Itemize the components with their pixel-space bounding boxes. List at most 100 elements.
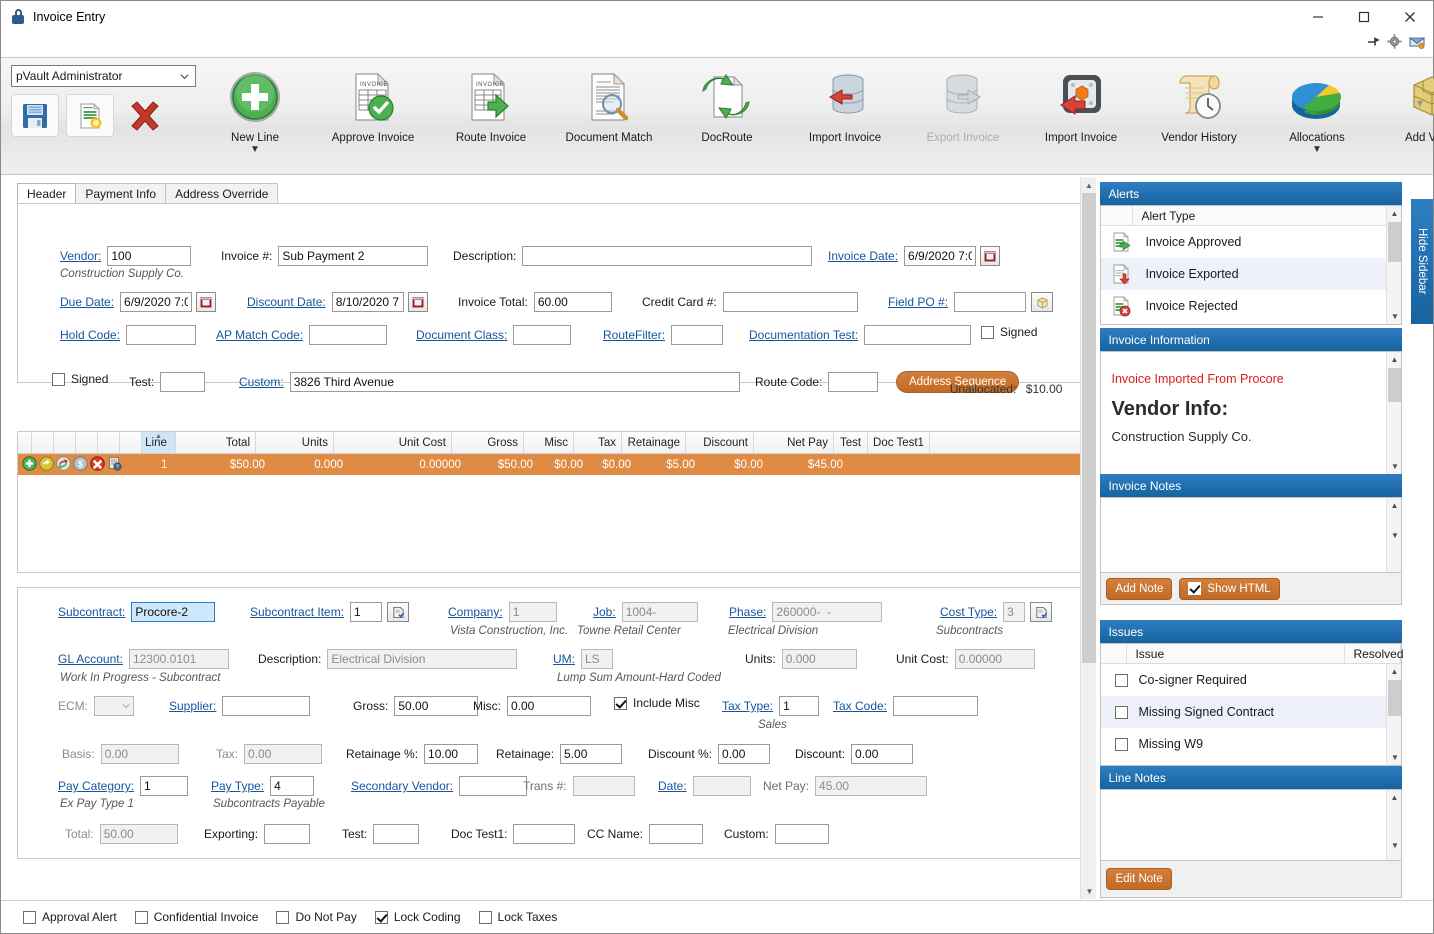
scroll-up-icon[interactable]: ▲ <box>1387 790 1401 805</box>
issues-column-resolved[interactable]: Resolved <box>1345 644 1404 663</box>
invoice-notes-scrollbar[interactable]: ▲ ▼ <box>1386 498 1402 572</box>
um-input[interactable] <box>581 649 613 669</box>
description-input[interactable] <box>522 246 813 266</box>
pin-icon[interactable] <box>1366 35 1380 52</box>
confidential-invoice-checkbox-group[interactable]: Confidential Invoice <box>134 910 258 924</box>
scroll-up-icon[interactable]: ▲ <box>1081 177 1096 193</box>
table-row[interactable]: Missing Signed Contract <box>1101 696 1402 728</box>
scroll-down-icon[interactable]: ▼ <box>1081 883 1097 899</box>
do-not-pay-checkbox[interactable] <box>276 910 290 924</box>
dropdown-caret-icon[interactable]: ▼ <box>1258 145 1376 155</box>
invoice-number-input[interactable] <box>278 246 429 266</box>
retainage-pct-input[interactable] <box>424 744 479 764</box>
issues-column-issue[interactable]: Issue <box>1127 644 1346 663</box>
ap-match-code-input[interactable] <box>309 325 388 345</box>
line-notes-content[interactable]: ▲ ▼ <box>1100 789 1403 861</box>
invoice-information-section-header[interactable]: Invoice Information <box>1100 328 1403 351</box>
copy-line-icon[interactable] <box>39 455 54 474</box>
scroll-up-icon[interactable]: ▲ <box>1387 498 1401 513</box>
vendor-label[interactable]: Vendor: <box>60 249 101 263</box>
due-date-calendar-icon[interactable] <box>196 292 217 312</box>
grid-col-gross[interactable]: Gross <box>452 432 524 453</box>
ribbon-item-export-invoice[interactable]: Export Invoice <box>904 66 1022 144</box>
subcontract-item-label[interactable]: Subcontract Item: <box>250 605 344 619</box>
due-date-label[interactable]: Due Date: <box>60 295 114 309</box>
lock-taxes-checkbox-group[interactable]: Lock Taxes <box>478 910 557 924</box>
discount-date-calendar-icon[interactable] <box>407 292 428 312</box>
maximize-button[interactable] <box>1341 1 1387 32</box>
alerts-scrollbar[interactable]: ▲ ▼ <box>1386 206 1402 324</box>
line-notes-section-header[interactable]: Line Notes <box>1100 766 1403 789</box>
ribbon-item-vendor-history[interactable]: Vendor History <box>1140 66 1258 144</box>
unit-cost-input[interactable] <box>954 649 1035 669</box>
detail-tax-input[interactable] <box>244 744 323 764</box>
grid-col-unit-cost[interactable]: Unit Cost <box>334 432 452 453</box>
confidential-invoice-checkbox[interactable] <box>134 910 148 924</box>
document-class-input[interactable] <box>513 325 572 345</box>
routefilter-input[interactable] <box>671 325 724 345</box>
delete-button[interactable] <box>121 94 169 137</box>
ribbon-scroll-caret-icon[interactable]: ▼ <box>1411 98 1429 110</box>
left-pane-scrollbar[interactable]: ▲ ▼ <box>1080 177 1097 899</box>
phase-label[interactable]: Phase: <box>729 605 766 619</box>
list-item[interactable]: Invoice Exported <box>1101 258 1402 290</box>
grid-col-doc-test1[interactable]: Doc Test1 <box>868 432 930 453</box>
date-input[interactable] <box>692 776 751 796</box>
grid-col-total[interactable]: Total <box>176 432 256 453</box>
scroll-down-icon[interactable]: ▼ <box>1387 459 1401 474</box>
ribbon-item-docroute[interactable]: DocRoute <box>668 66 786 144</box>
issue-checkbox[interactable] <box>1115 673 1129 687</box>
document-class-label[interactable]: Document Class: <box>416 328 507 342</box>
field-po-label[interactable]: Field PO #: <box>888 295 948 309</box>
lock-taxes-checkbox[interactable] <box>478 910 492 924</box>
detail-discount-input[interactable] <box>851 744 914 764</box>
add-line-icon[interactable] <box>22 455 37 474</box>
hold-code-input[interactable] <box>126 325 197 345</box>
signed-right-checkbox[interactable] <box>981 325 994 339</box>
job-label[interactable]: Job: <box>593 605 616 619</box>
date-label[interactable]: Date: <box>658 779 687 793</box>
vendor-input[interactable] <box>107 246 192 266</box>
issue-checkbox[interactable] <box>1115 705 1129 719</box>
gear-icon[interactable] <box>1387 34 1402 52</box>
credit-card-input[interactable] <box>722 292 858 312</box>
cc-name-input[interactable] <box>649 824 704 844</box>
scroll-up-icon[interactable]: ▲ <box>1387 206 1401 221</box>
scroll-down-icon[interactable]: ▼ <box>1387 309 1402 324</box>
ribbon-item-allocations[interactable]: Allocations ▼ <box>1258 66 1376 155</box>
tab-address-override[interactable]: Address Override <box>165 183 279 203</box>
phase-input[interactable] <box>772 602 883 622</box>
tab-payment-info[interactable]: Payment Info <box>75 183 167 203</box>
ecm-select[interactable] <box>94 696 134 716</box>
scroll-thumb[interactable] <box>1388 222 1402 262</box>
list-item[interactable]: Invoice Approved <box>1101 226 1401 258</box>
tax-type-input[interactable] <box>779 696 820 716</box>
supplier-input[interactable] <box>222 696 311 716</box>
pay-type-input[interactable] <box>270 776 315 796</box>
company-label[interactable]: Company: <box>448 605 503 619</box>
include-misc-checkbox[interactable] <box>614 696 627 710</box>
history-line-icon[interactable]: ? <box>107 456 122 474</box>
table-row[interactable]: Missing W9 <box>1101 728 1401 760</box>
grid-col-discount[interactable]: Discount <box>686 432 754 453</box>
trans-input[interactable] <box>572 776 635 796</box>
table-row[interactable]: $ ? 1 $50.00 0.000 0.00000 $50.00 $0.00 … <box>18 454 1086 475</box>
hold-code-label[interactable]: Hold Code: <box>60 328 120 342</box>
lock-coding-checkbox[interactable] <box>374 910 388 924</box>
subcontract-item-input[interactable] <box>350 602 383 622</box>
issue-checkbox[interactable] <box>1115 737 1129 751</box>
edit-note-button[interactable]: Edit Note <box>1106 868 1172 890</box>
invoice-total-input[interactable] <box>533 292 612 312</box>
secondary-vendor-input[interactable] <box>459 776 528 796</box>
invoice-date-calendar-icon[interactable] <box>980 246 1001 266</box>
lock-coding-checkbox-group[interactable]: Lock Coding <box>374 910 461 924</box>
ribbon-item-route-invoice[interactable]: INVOICE Route Invoice <box>432 66 550 144</box>
issues-scrollbar[interactable]: ▲ ▼ <box>1386 664 1402 765</box>
close-button[interactable] <box>1387 1 1433 32</box>
ribbon-item-document-match[interactable]: Document Match <box>550 66 668 144</box>
pay-type-label[interactable]: Pay Type: <box>211 779 264 793</box>
show-html-toggle[interactable]: Show HTML <box>1179 577 1280 600</box>
invoice-date-input[interactable] <box>904 246 977 266</box>
grid-col-misc[interactable]: Misc <box>524 432 574 453</box>
discount-date-label[interactable]: Discount Date: <box>247 295 326 309</box>
